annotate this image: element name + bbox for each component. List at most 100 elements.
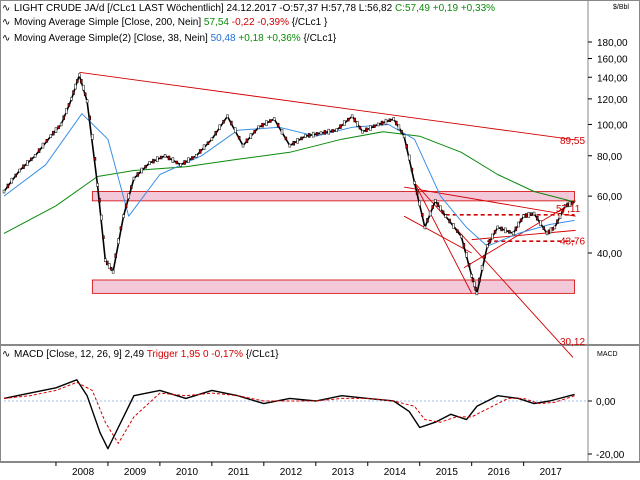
price-candle bbox=[423, 225, 427, 230]
price-candle bbox=[347, 117, 350, 122]
price-candle bbox=[483, 254, 486, 259]
price-candle bbox=[171, 157, 175, 163]
x-tick-label: 2010 bbox=[176, 467, 199, 478]
price-candle bbox=[41, 142, 45, 149]
price-candle bbox=[136, 172, 140, 177]
x-tick-label: 2013 bbox=[332, 467, 355, 478]
price-candle bbox=[402, 134, 406, 138]
price-candle bbox=[418, 200, 421, 207]
price-candle bbox=[269, 119, 272, 123]
price-candle bbox=[439, 205, 442, 212]
price-candle bbox=[183, 160, 186, 165]
price-candle bbox=[230, 120, 233, 126]
x-tick-label: 2017 bbox=[540, 467, 563, 478]
price-candle bbox=[222, 119, 225, 124]
legend-macd-name: MACD [Close, 12, 26, 9] bbox=[14, 349, 122, 360]
price-candle bbox=[111, 269, 115, 274]
price-candle bbox=[508, 230, 511, 234]
price-candle bbox=[331, 129, 334, 133]
price-candle bbox=[272, 117, 276, 121]
price-candle bbox=[452, 223, 455, 229]
price-candle bbox=[514, 226, 518, 232]
price-candle bbox=[323, 130, 327, 135]
price-candle bbox=[72, 90, 75, 95]
price-candle bbox=[343, 120, 346, 126]
legend-ma200-ticker: {/CLc1 } bbox=[291, 17, 328, 28]
price-candle bbox=[175, 160, 179, 165]
price-series bbox=[2, 73, 575, 296]
price-candle bbox=[124, 203, 128, 209]
price-candle bbox=[130, 185, 133, 189]
price-candle bbox=[59, 122, 63, 127]
legend-ma38-name: Moving Average Simple(2) [Close, 38, Nei… bbox=[14, 33, 208, 44]
price-candle bbox=[553, 225, 557, 230]
price-candle bbox=[431, 205, 434, 209]
macd-units-label: MACD bbox=[597, 351, 618, 358]
annotation-support: 43,76 bbox=[560, 236, 585, 247]
price-candle bbox=[83, 92, 87, 97]
price-candle bbox=[474, 287, 477, 291]
price-candle bbox=[350, 114, 354, 119]
price-candle bbox=[241, 143, 245, 148]
price-candle bbox=[140, 167, 143, 174]
price-candle bbox=[257, 125, 260, 130]
price-candle bbox=[132, 176, 136, 181]
price-candle bbox=[358, 125, 362, 130]
price-candle bbox=[296, 138, 299, 144]
price-candle bbox=[261, 122, 264, 128]
chart-canvas: $/Bbl MACD 89,55 57,11 43,76 30,12 40,00 60,00 8… bbox=[0, 0, 640, 478]
price-bands bbox=[91, 191, 575, 294]
price-candle bbox=[530, 212, 533, 216]
price-candle bbox=[361, 129, 364, 134]
ma38-line bbox=[3, 113, 575, 247]
macd-trigger-line bbox=[3, 381, 575, 444]
price-candle bbox=[491, 233, 494, 240]
price-candle bbox=[57, 125, 60, 130]
price-candle bbox=[198, 149, 202, 154]
price-candle bbox=[475, 291, 479, 296]
price-candle bbox=[152, 158, 155, 164]
price-candle bbox=[448, 218, 451, 224]
price-candle bbox=[81, 84, 85, 91]
wave-icon: ∿ bbox=[2, 3, 11, 14]
y-tick-label: 140,00 bbox=[597, 73, 628, 84]
price-candle bbox=[527, 212, 531, 218]
price-candle bbox=[54, 127, 58, 133]
price-candle bbox=[98, 198, 101, 203]
price-candle bbox=[504, 227, 507, 234]
y-tick-label: 120,00 bbox=[597, 95, 628, 106]
price-candle bbox=[392, 117, 395, 121]
price-candle bbox=[187, 157, 190, 163]
price-candle bbox=[195, 154, 198, 158]
legend-ma200-value: 57,54 bbox=[203, 17, 229, 28]
legend-ma38-ticker: {/CLc1} bbox=[303, 33, 337, 44]
wave-icon: ∿ bbox=[2, 33, 11, 44]
price-candle bbox=[493, 230, 497, 234]
price-candle bbox=[30, 157, 33, 162]
price-candle bbox=[167, 155, 171, 161]
legend-price: ∿ LIGHT CRUDE JA/d [/CLc1 LAST Wöchentlic… bbox=[2, 3, 495, 15]
price-candle bbox=[471, 277, 475, 283]
price-candle bbox=[156, 156, 159, 163]
price-candle bbox=[70, 97, 73, 101]
legend-ma200-name: Moving Average Simple [Close, 200, Nein] bbox=[14, 17, 202, 28]
price-candle bbox=[159, 155, 163, 160]
annotation-current: 57,11 bbox=[556, 204, 581, 215]
support-band-low bbox=[91, 279, 575, 294]
legend-ma38-change: +0,18 +0,36% bbox=[238, 33, 301, 44]
price-candle bbox=[14, 173, 17, 178]
price-candle bbox=[488, 238, 492, 244]
price-candle bbox=[22, 164, 25, 169]
x-tick-label: 2008 bbox=[72, 467, 95, 478]
price-candle bbox=[265, 120, 268, 126]
resistance-band bbox=[91, 191, 575, 202]
price-candle bbox=[249, 133, 253, 139]
macd-line bbox=[3, 379, 575, 450]
price-candle bbox=[26, 160, 29, 166]
x-tick-label: 2012 bbox=[280, 467, 303, 478]
y-tick-label: 60,00 bbox=[597, 192, 622, 203]
price-candle bbox=[127, 193, 130, 199]
price-candle bbox=[519, 218, 523, 223]
y-tick-label: 40,00 bbox=[597, 249, 622, 260]
y-tick-label: 100,00 bbox=[597, 120, 628, 131]
